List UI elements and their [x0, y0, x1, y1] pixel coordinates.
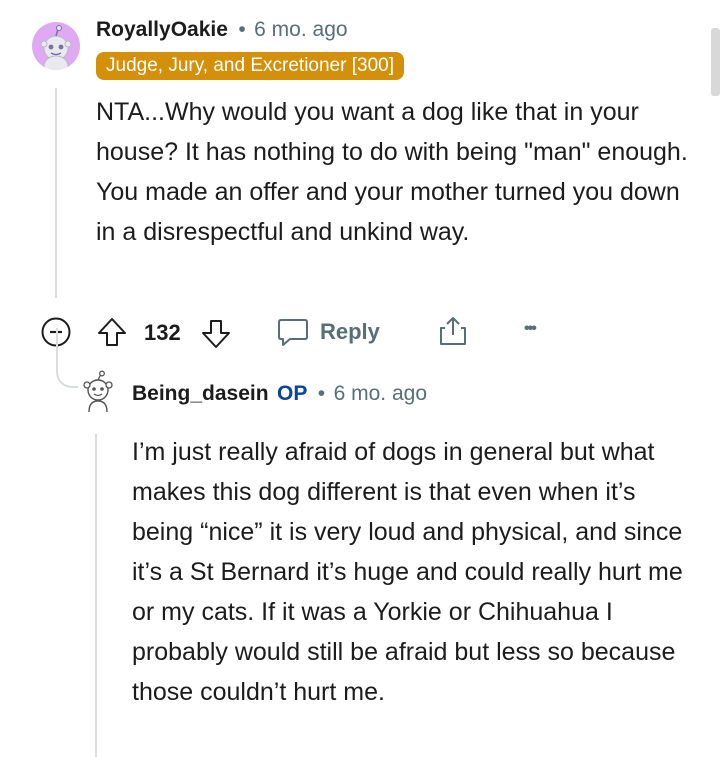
thread-line[interactable] [55, 88, 57, 298]
comment-header: RoyallyOakie • 6 mo. ago [96, 18, 348, 42]
reply-author[interactable]: Being_dasein [132, 382, 269, 405]
upvote-button[interactable] [96, 316, 128, 353]
share-icon [440, 317, 466, 345]
more-options-icon[interactable]: ••• [524, 320, 537, 338]
downvote-icon [202, 320, 230, 348]
reply-connector-line [56, 328, 78, 388]
comment-bubble-icon [278, 319, 308, 346]
thread-line[interactable] [95, 434, 97, 757]
user-flair: Judge, Jury, and Excretioner [300] [96, 52, 404, 80]
comment-body: NTA...Why would you want a dog like that… [96, 98, 688, 246]
scrollbar-thumb[interactable] [711, 28, 720, 96]
reply-label: Reply [320, 319, 380, 344]
comment-age[interactable]: 6 mo. ago [254, 18, 347, 41]
share-button[interactable] [436, 314, 470, 353]
comment-author[interactable]: RoyallyOakie [96, 18, 228, 41]
op-badge: OP [277, 382, 308, 405]
meta-separator: • [238, 18, 246, 41]
upvote-icon [98, 318, 126, 346]
snoo-avatar-outline-icon[interactable] [76, 370, 120, 414]
reply-button[interactable]: Reply [276, 316, 380, 348]
downvote-button[interactable] [200, 318, 232, 355]
reply-body: I’m just really afraid of dogs in genera… [132, 438, 683, 706]
reply-age[interactable]: 6 mo. ago [334, 382, 427, 405]
snoo-avatar-icon[interactable] [32, 22, 80, 70]
vote-count: 132 [144, 320, 181, 345]
meta-separator: • [317, 382, 326, 405]
reply-header: Being_dasein OP • 6 mo. ago [132, 382, 427, 406]
